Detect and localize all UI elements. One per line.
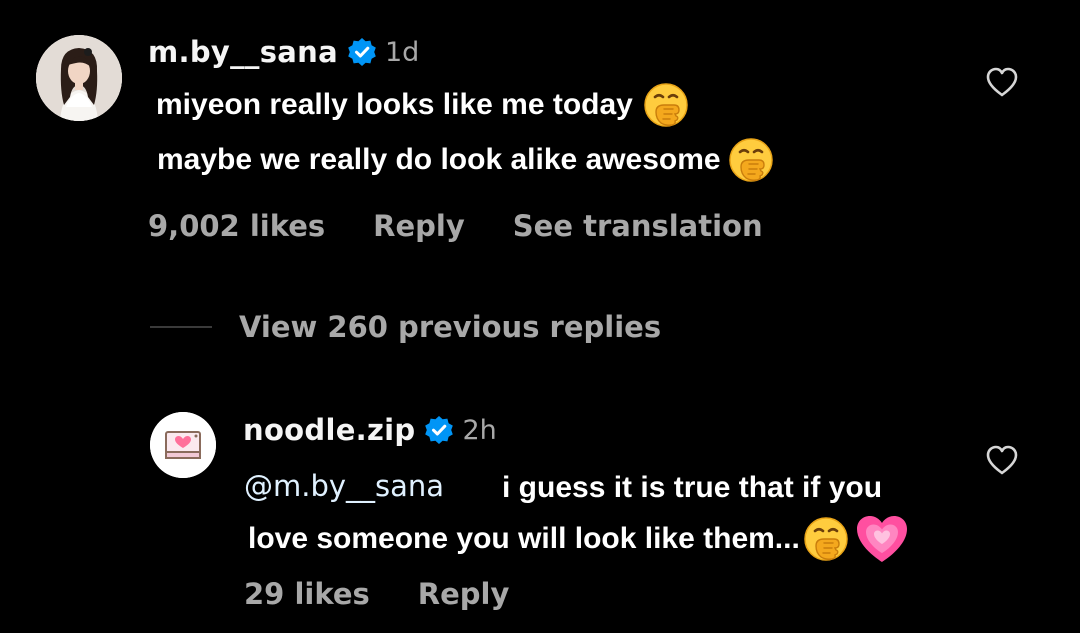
reply-button[interactable]: Reply: [418, 577, 510, 611]
reply-text-line: love someone you will look like them...: [248, 515, 910, 563]
mention-link[interactable]: @m.by__sana: [244, 466, 444, 506]
like-heart-icon[interactable]: [985, 444, 1019, 476]
likes-count[interactable]: 29 likes: [244, 577, 370, 611]
username-link[interactable]: noodle.zip: [243, 413, 415, 447]
avatar[interactable]: [36, 35, 122, 121]
reply-meta: 29 likes Reply: [244, 574, 509, 614]
view-replies-label: View 260 previous replies: [239, 310, 662, 344]
face-with-hand-over-mouth-icon: [642, 81, 690, 129]
face-with-hand-over-mouth-icon: [802, 515, 850, 563]
reply-text: love someone you will look like them...: [248, 522, 800, 555]
see-translation-button[interactable]: See translation: [513, 209, 763, 243]
likes-count[interactable]: 9,002 likes: [148, 209, 325, 243]
comment-meta: 9,002 likes Reply See translation: [148, 206, 763, 246]
reply-text: i guess it is true that if you: [502, 471, 883, 504]
profile-photo-icon: [36, 35, 122, 121]
view-previous-replies-button[interactable]: View 260 previous replies: [150, 306, 661, 348]
comment-text-line: miyeon really looks like me today: [156, 81, 690, 129]
comment-text: miyeon really looks like me today: [156, 88, 633, 121]
reply-button[interactable]: Reply: [373, 209, 465, 243]
heart-envelope-logo-icon: [150, 412, 216, 478]
verified-badge-icon: [346, 37, 377, 67]
comment-text: maybe we really do look alike awesome: [157, 143, 721, 176]
reply-text-line: i guess it is true that if you: [502, 468, 882, 508]
like-heart-icon[interactable]: [985, 66, 1019, 98]
growing-heart-icon: [854, 513, 910, 565]
verified-badge-icon: [424, 415, 455, 445]
avatar[interactable]: [150, 412, 216, 478]
reply-header: noodle.zip 2h: [243, 410, 497, 450]
face-with-hand-over-mouth-icon: [727, 136, 775, 184]
comment-text-line: maybe we really do look alike awesome: [157, 136, 775, 184]
username-link[interactable]: m.by__sana: [148, 35, 338, 69]
timestamp: 2h: [462, 414, 497, 446]
comment-header: m.by__sana 1d: [148, 32, 419, 72]
timestamp: 1d: [384, 36, 420, 68]
divider: [150, 326, 212, 328]
